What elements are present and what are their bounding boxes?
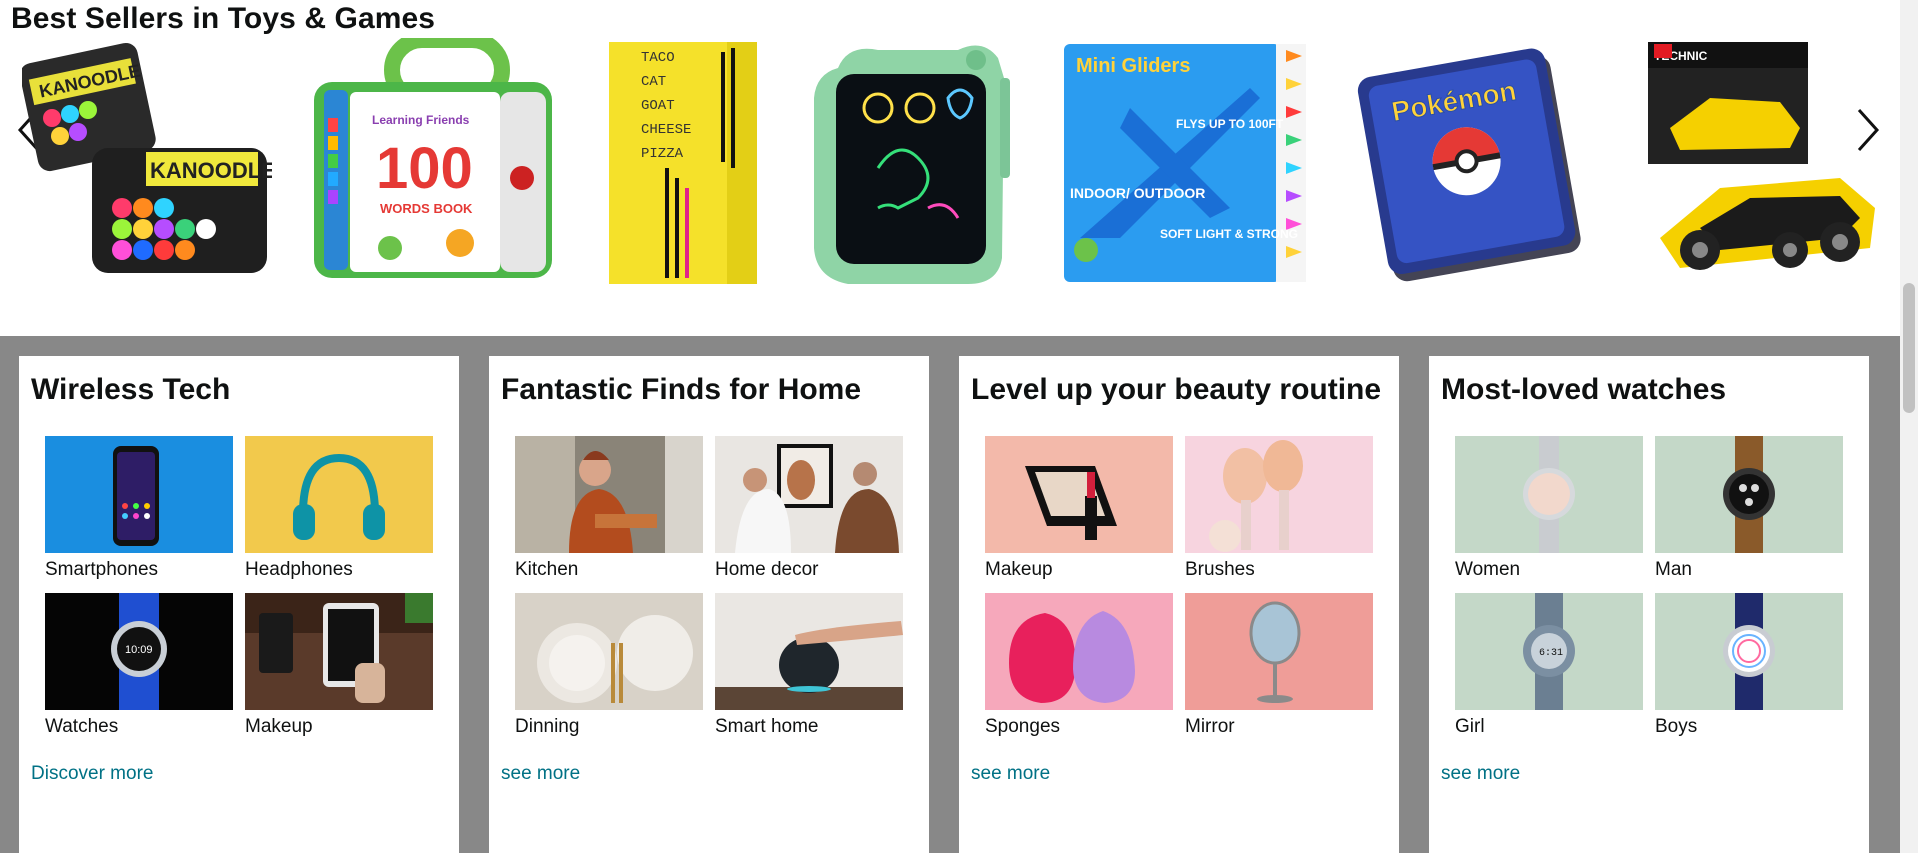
smartphones-image — [45, 436, 233, 553]
tile-home-decor[interactable]: Home decor — [715, 436, 903, 581]
home-decor-image — [715, 436, 903, 553]
tile-makeup[interactable]: Makeup — [985, 436, 1173, 581]
tile-sponges[interactable]: Sponges — [985, 593, 1173, 738]
tile-girl[interactable]: 6:31 Girl — [1455, 593, 1643, 738]
headphones-image — [245, 436, 433, 553]
words-book-number: 100 — [376, 136, 473, 201]
page-scrollbar[interactable] — [1900, 0, 1918, 853]
tile-label: Smartphones — [45, 559, 159, 580]
girl-watch-image: 6:31 — [1455, 593, 1643, 710]
tile-label: Makeup — [985, 559, 1053, 580]
mini-gliders-product-image: Mini Gliders INDOOR/ OUTDOOR FLYS UP TO … — [1064, 44, 1306, 282]
tile-women[interactable]: Women — [1455, 436, 1643, 581]
mini-gliders-flys: FLYS UP TO 100FT — [1176, 117, 1284, 131]
words-book-subtitle: WORDS BOOK — [380, 201, 473, 216]
carousel-item-kanoodle[interactable]: KANOODLE KANOODLE — [22, 38, 272, 288]
sponges-image — [985, 593, 1173, 710]
pokemon-cards-product-image: Pokémon — [1357, 48, 1581, 282]
carousel-title: Best Sellers in Toys & Games — [11, 2, 436, 35]
card-home-finds: Fantastic Finds for Home Kitchen Home de… — [489, 356, 929, 853]
taco-cat-text: TACO CAT GOAT CHEESE PIZZA — [640, 50, 691, 162]
tile-label: Home decor — [715, 559, 819, 580]
see-more-link[interactable]: see more — [501, 763, 580, 785]
kanoodle-board-text: KANOODLE — [150, 158, 272, 183]
carousel-item-drawing-tablet[interactable] — [808, 38, 1018, 288]
see-more-link[interactable]: see more — [1441, 763, 1520, 785]
tile-label: Smart home — [715, 716, 819, 737]
card-title: Most-loved watches — [1441, 373, 1727, 406]
boys-watch-image — [1655, 593, 1843, 710]
tile-brushes[interactable]: Brushes — [1185, 436, 1373, 581]
brushes-image — [1185, 436, 1373, 553]
tile-label: Women — [1455, 559, 1521, 580]
drawing-tablet-product-image — [814, 45, 1010, 284]
scrollbar-thumb[interactable] — [1903, 283, 1915, 413]
card-title: Wireless Tech — [31, 373, 231, 406]
see-more-link[interactable]: see more — [971, 763, 1050, 785]
dinning-image — [515, 593, 703, 710]
smart-home-image — [715, 593, 903, 710]
card-beauty-routine: Level up your beauty routine Makeup Brus… — [959, 356, 1399, 853]
mini-gliders-title: Mini Gliders — [1076, 55, 1190, 77]
tile-label: Boys — [1655, 716, 1698, 737]
words-book-brand: Learning Friends — [372, 113, 470, 127]
tile-label: Dinning — [515, 716, 580, 737]
tile-label: Sponges — [985, 716, 1061, 737]
tile-dinning[interactable]: Dinning — [515, 593, 703, 738]
carousel-item-taco-cat-game[interactable]: TACO CAT GOAT CHEESE PIZZA — [600, 38, 765, 288]
tile-boys[interactable]: Boys — [1655, 593, 1843, 738]
carousel-item-words-book[interactable]: Learning Friends 100 WORDS BOOK — [310, 38, 560, 288]
words-book-product-image: Learning Friends 100 WORDS BOOK — [314, 38, 552, 278]
man-watch-image — [1655, 436, 1843, 553]
tile-smart-home[interactable]: Smart home — [715, 593, 903, 738]
tile-man[interactable]: Man — [1655, 436, 1843, 581]
women-watch-image — [1455, 436, 1643, 553]
tile-smartphones[interactable]: Smartphones — [45, 436, 233, 581]
tile-label: Mirror — [1185, 716, 1235, 737]
lego-technic-product-image: TECHNIC — [1648, 42, 1875, 270]
taco-cat-product-image: TACO CAT GOAT CHEESE PIZZA — [608, 42, 757, 284]
card-most-loved-watches: Most-loved watches Women Man 6:31 Girl B… — [1429, 356, 1869, 853]
tile-headphones[interactable]: Headphones — [245, 436, 433, 581]
tile-label: Brushes — [1185, 559, 1255, 580]
mirror-image — [1185, 593, 1373, 710]
tile-label: Girl — [1455, 716, 1485, 737]
tile-label: Headphones — [245, 559, 353, 580]
tile-label: Makeup — [245, 716, 313, 737]
tablet-image — [245, 593, 433, 710]
tile-mirror[interactable]: Mirror — [1185, 593, 1373, 738]
mini-gliders-soft: SOFT LIGHT & STRONG — [1160, 227, 1298, 241]
best-sellers-carousel: Best Sellers in Toys & Games KANOODLE KA… — [0, 0, 1900, 336]
card-wireless-tech: Wireless Tech Smartphones Headphones 10:… — [19, 356, 459, 853]
discover-more-link[interactable]: Discover more — [31, 763, 153, 785]
tile-label: Kitchen — [515, 559, 579, 580]
tile-label: Watches — [45, 716, 119, 737]
svg-text:10:09: 10:09 — [125, 644, 153, 656]
carousel-item-mini-gliders[interactable]: Mini Gliders INDOOR/ OUTDOOR FLYS UP TO … — [1060, 38, 1310, 288]
tile-makeup[interactable]: Makeup — [245, 593, 433, 738]
watches-image: 10:09 — [45, 593, 233, 710]
svg-text:6:31: 6:31 — [1539, 648, 1563, 659]
carousel-item-pokemon-cards[interactable]: Pokémon — [1354, 38, 1594, 288]
tile-kitchen[interactable]: Kitchen — [515, 436, 703, 581]
makeup-image — [985, 436, 1173, 553]
carousel-item-lego-technic[interactable]: TECHNIC — [1640, 38, 1885, 288]
mini-gliders-indoor: INDOOR/ OUTDOOR — [1070, 185, 1205, 201]
card-title: Level up your beauty routine — [971, 373, 1382, 406]
kitchen-image — [515, 436, 703, 553]
tile-watches[interactable]: 10:09 Watches — [45, 593, 233, 738]
kanoodle-product-image: KANOODLE KANOODLE — [22, 42, 272, 273]
tile-label: Man — [1655, 559, 1692, 580]
card-title: Fantastic Finds for Home — [501, 373, 862, 406]
